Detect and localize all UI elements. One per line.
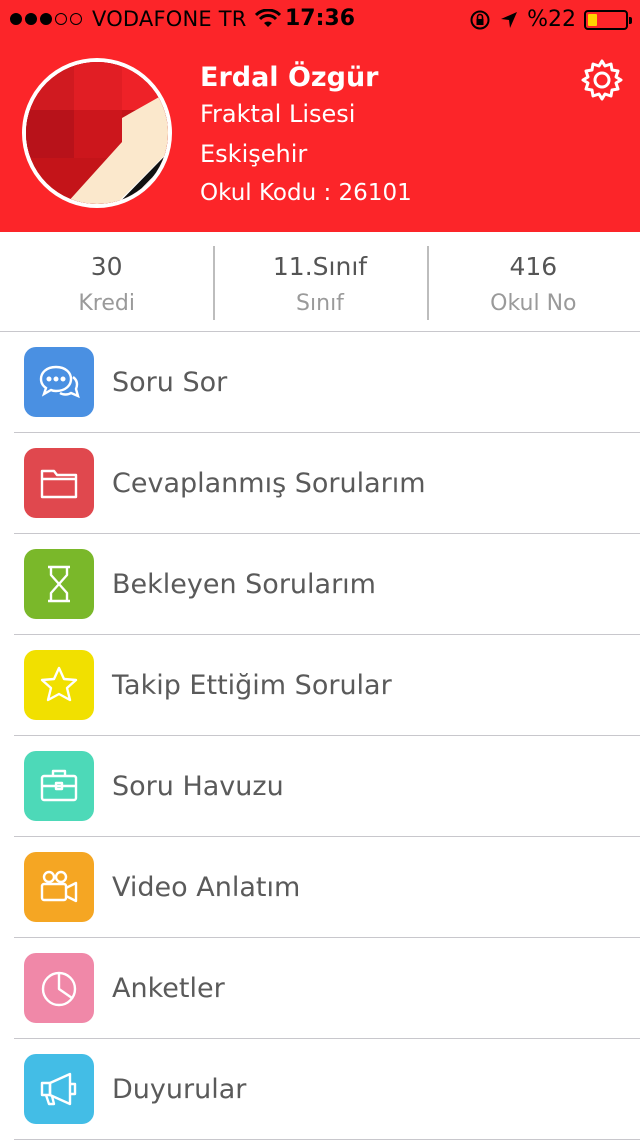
menu-item-anketler[interactable]: Anketler (14, 938, 640, 1039)
profile-name: Erdal Özgür (200, 62, 379, 93)
megaphone-icon (24, 1054, 94, 1124)
menu-label: Soru Sor (112, 366, 228, 398)
main-menu: Soru Sor Cevaplanmış Sorularım Bekleyen … (0, 332, 640, 1140)
status-bar: VODAFONE TR 17:36 %22 (0, 0, 640, 40)
menu-label: Bekleyen Sorularım (112, 568, 376, 600)
menu-item-cevaplanmis-sorularim[interactable]: Cevaplanmış Sorularım (14, 433, 640, 534)
menu-label: Takip Ettiğim Sorular (112, 669, 392, 701)
pie-chart-icon (24, 953, 94, 1023)
stat-label: Okul No (490, 291, 577, 316)
video-camera-icon (24, 852, 94, 922)
chat-bubbles-icon (24, 347, 94, 417)
battery-icon (584, 9, 632, 30)
school-code: Okul Kodu : 26101 (200, 180, 412, 206)
menu-item-soru-sor[interactable]: Soru Sor (14, 332, 640, 433)
stat-value: 416 (509, 252, 558, 281)
briefcase-icon (24, 751, 94, 821)
star-icon (24, 650, 94, 720)
stat-label: Kredi (78, 291, 135, 316)
city-name: Eskişehir (200, 140, 308, 168)
menu-item-takip-ettigim-sorular[interactable]: Takip Ettiğim Sorular (14, 635, 640, 736)
orientation-lock-icon (470, 10, 490, 29)
menu-item-video-anlatim[interactable]: Video Anlatım (14, 837, 640, 938)
stats-bar: 30 Kredi 11.Sınıf Sınıf 416 Okul No (0, 232, 640, 332)
folder-icon (24, 448, 94, 518)
menu-label: Anketler (112, 972, 225, 1004)
stat-class: 11.Sınıf Sınıf (213, 232, 426, 331)
stat-label: Sınıf (296, 291, 344, 316)
menu-item-bekleyen-sorularim[interactable]: Bekleyen Sorularım (14, 534, 640, 635)
menu-item-duyurular[interactable]: Duyurular (14, 1039, 640, 1140)
menu-label: Video Anlatım (112, 871, 301, 903)
battery-percent: %22 (527, 7, 576, 32)
stat-value: 11.Sınıf (272, 252, 368, 281)
menu-label: Soru Havuzu (112, 770, 284, 802)
location-arrow-icon (501, 11, 518, 28)
profile-header: VODAFONE TR 17:36 %22 Erdal Özgür Frakta… (0, 0, 640, 232)
settings-gear-icon[interactable] (580, 58, 624, 102)
stat-credit: 30 Kredi (0, 232, 213, 331)
stat-value: 30 (90, 252, 123, 281)
avatar[interactable] (22, 58, 172, 208)
menu-label: Duyurular (112, 1073, 247, 1105)
stat-school-number: 416 Okul No (426, 232, 640, 331)
menu-item-soru-havuzu[interactable]: Soru Havuzu (14, 736, 640, 837)
hourglass-icon (24, 549, 94, 619)
menu-label: Cevaplanmış Sorularım (112, 467, 426, 499)
school-name: Fraktal Lisesi (200, 100, 356, 128)
